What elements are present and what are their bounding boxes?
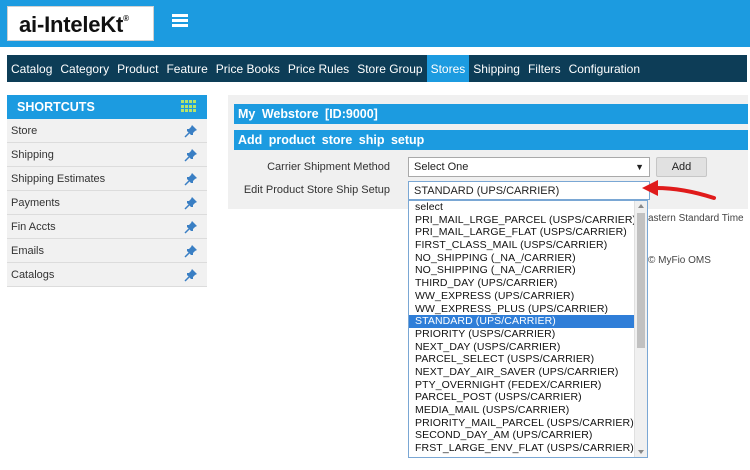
shortcuts-sidebar: SHORTCUTS Store Shipping Shipping Estimate…	[7, 95, 207, 287]
sidebar-item-label: Payments	[11, 196, 60, 209]
shortcuts-header: SHORTCUTS	[7, 95, 207, 119]
dropdown-option[interactable]: PARCEL_POST (USPS/CARRIER)	[409, 391, 635, 404]
sidebar-item-fin-accts[interactable]: Fin Accts	[7, 215, 207, 239]
dropdown-option[interactable]: NO_SHIPPING (_NA_/CARRIER)	[409, 252, 635, 265]
pin-icon[interactable]	[184, 220, 198, 234]
carrier-method-value: Select One	[414, 161, 469, 173]
logo[interactable]: ai-InteleKt®	[7, 6, 154, 41]
sidebar-item-label: Store	[11, 124, 38, 137]
add-button[interactable]: Add	[656, 157, 707, 177]
sidebar-item-emails[interactable]: Emails	[7, 239, 207, 263]
nav-item-feature[interactable]: Feature	[162, 55, 211, 82]
dropdown-option[interactable]: select	[409, 201, 635, 214]
ship-setup-select[interactable]: STANDARD (UPS/CARRIER)	[408, 181, 650, 200]
nav-item-stores[interactable]: Stores	[426, 55, 470, 82]
nav-item-filters[interactable]: Filters	[524, 55, 565, 82]
store-title: My Webstore [ID:9000]	[234, 104, 748, 124]
dropdown-option[interactable]: MEDIA_MAIL (USPS/CARRIER)	[409, 404, 635, 417]
dropdown-option[interactable]: SECOND_DAY_AM (UPS/CARRIER)	[409, 429, 635, 442]
dropdown-option[interactable]: PRI_MAIL_LARGE_FLAT (USPS/CARRIER)	[409, 226, 635, 239]
pin-icon[interactable]	[184, 268, 198, 282]
top-bar: ai-InteleKt®	[0, 0, 750, 47]
nav-item-price-books[interactable]: Price Books	[212, 55, 284, 82]
shortcuts-title: SHORTCUTS	[17, 100, 95, 114]
sidebar-item-label: Catalogs	[11, 268, 55, 281]
nav-item-store-group[interactable]: Store Group	[353, 55, 426, 82]
dropdown-scrollbar[interactable]	[634, 201, 647, 457]
sidebar-item-label: Fin Accts	[11, 220, 56, 233]
carrier-method-select[interactable]: Select One ▼	[408, 157, 650, 177]
dropdown-option[interactable]: THIRD_DAY (UPS/CARRIER)	[409, 277, 635, 290]
nav-item-catalog[interactable]: Catalog	[7, 55, 56, 82]
chevron-down-icon: ▼	[635, 162, 644, 172]
ship-setup-dropdown[interactable]: select PRI_MAIL_LRGE_PARCEL (USPS/CARRIER…	[408, 200, 648, 458]
dropdown-option[interactable]: FRST_LARGE_ENV_FLAT (USPS/CARRIER)	[409, 442, 635, 455]
carrier-method-label: Carrier Shipment Method	[267, 161, 390, 173]
nav-item-category[interactable]: Category	[56, 55, 113, 82]
dropdown-option[interactable]: FIRST_CLASS_MAIL (USPS/CARRIER)	[409, 239, 635, 252]
dropdown-option[interactable]: WW_EXPRESS_PLUS (UPS/CARRIER)	[409, 303, 635, 316]
sidebar-item-shipping[interactable]: Shipping	[7, 143, 207, 167]
ship-setup-label: Edit Product Store Ship Setup	[243, 184, 390, 196]
dropdown-option[interactable]: STANDARD (UPS/CARRIER)	[409, 315, 635, 328]
scroll-down-icon[interactable]	[638, 450, 644, 454]
dropdown-option[interactable]: NEXT_DAY (USPS/CARRIER)	[409, 341, 635, 354]
ship-setup-value: STANDARD (UPS/CARRIER)	[414, 184, 560, 197]
nav-item-product[interactable]: Product	[113, 55, 162, 82]
footer-text: © MyFio OMS	[648, 255, 711, 266]
menu-icon[interactable]	[172, 14, 188, 27]
nav-item-shipping[interactable]: Shipping	[469, 55, 524, 82]
sidebar-item-label: Emails	[11, 244, 45, 257]
timezone-text: astern Standard Time	[648, 213, 744, 224]
sidebar-item-shipping-estimates[interactable]: Shipping Estimates	[7, 167, 207, 191]
dropdown-option[interactable]: NEXT_DAY_AIR_SAVER (UPS/CARRIER)	[409, 366, 635, 379]
nav-item-price-rules[interactable]: Price Rules	[284, 55, 353, 82]
annotation-arrow-icon	[642, 180, 716, 200]
pin-icon[interactable]	[184, 124, 198, 138]
pin-icon[interactable]	[184, 244, 198, 258]
main-nav: Catalog Category Product Feature Price Books…	[7, 55, 747, 82]
scrollbar-thumb[interactable]	[637, 213, 645, 348]
dropdown-option[interactable]: PRI_MAIL_LRGE_PARCEL (USPS/CARRIER)	[409, 214, 636, 227]
sidebar-item-label: Shipping Estimates	[11, 172, 106, 185]
dropdown-option[interactable]: PRIORITY_MAIL_PARCEL (USPS/CARRIER)	[409, 417, 635, 430]
section-title: Add product store ship setup	[234, 130, 748, 150]
dropdown-option[interactable]: PRIORITY (USPS/CARRIER)	[409, 328, 635, 341]
nav-item-configuration[interactable]: Configuration	[565, 55, 644, 82]
sidebar-item-label: Shipping	[11, 148, 54, 161]
dropdown-option[interactable]: NO_SHIPPING (_NA_/CARRIER)	[409, 264, 635, 277]
dropdown-option[interactable]: PTY_OVERNIGHT (FEDEX/CARRIER)	[409, 379, 635, 392]
pin-icon[interactable]	[184, 148, 198, 162]
sidebar-item-store[interactable]: Store	[7, 119, 207, 143]
sidebar-item-payments[interactable]: Payments	[7, 191, 207, 215]
grid-icon[interactable]	[181, 100, 197, 113]
dropdown-option[interactable]: WW_EXPRESS (UPS/CARRIER)	[409, 290, 635, 303]
sidebar-item-catalogs[interactable]: Catalogs	[7, 263, 207, 287]
pin-icon[interactable]	[184, 172, 198, 186]
logo-text: ai-InteleKt®	[19, 12, 129, 37]
pin-icon[interactable]	[184, 196, 198, 210]
dropdown-option[interactable]: PARCEL_SELECT (USPS/CARRIER)	[409, 353, 635, 366]
